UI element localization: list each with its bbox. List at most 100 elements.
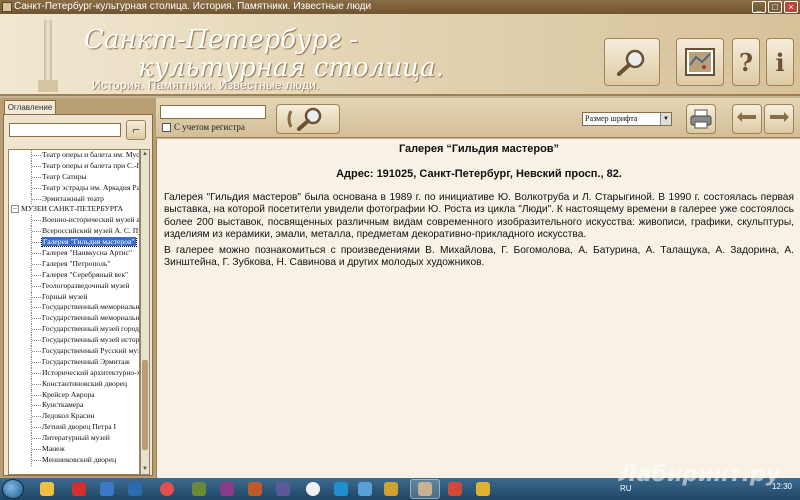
tree-item[interactable]: Эрмитажный театр bbox=[9, 193, 139, 205]
app-title-line1: Санкт-Петербург - bbox=[84, 25, 359, 55]
folder-icon[interactable] bbox=[384, 482, 398, 496]
tree-item[interactable]: Государственный музей истории bbox=[9, 335, 139, 347]
tree-group[interactable]: − МУЗЕИ САНКТ-ПЕТЕРБУРГА bbox=[9, 204, 139, 215]
word-icon[interactable] bbox=[100, 482, 114, 496]
app-icon-4[interactable] bbox=[220, 482, 234, 496]
tree-item[interactable]: Меншиковский дворец bbox=[9, 454, 139, 466]
tree-item[interactable]: Манеж bbox=[9, 444, 139, 455]
tree-connector bbox=[31, 324, 41, 336]
tree-item[interactable]: Галерея "Петрополь" bbox=[9, 258, 139, 270]
app-icon-2[interactable] bbox=[128, 482, 142, 496]
tree-item-label: Театр оперы и балета им. Мусоргского bbox=[42, 150, 139, 159]
window-title-bar: Санкт-Петербург-культурная столица. Исто… bbox=[0, 0, 800, 14]
tree-item-label: Государственный мемориальный музей bbox=[42, 313, 139, 323]
tree-item[interactable]: Военно-исторический музей артиллерии bbox=[9, 215, 139, 227]
forward-button[interactable] bbox=[764, 104, 794, 134]
tree-item[interactable]: Галерея "Гильдия мастеров" bbox=[9, 237, 139, 249]
tree-item-label: Военно-исторический музей артиллерии bbox=[42, 215, 139, 225]
text-search-input[interactable] bbox=[160, 105, 266, 119]
tree-item-label: Эрмитажный театр bbox=[42, 193, 104, 203]
tree-item[interactable]: Государственный Русский музей bbox=[9, 346, 139, 357]
tree-connector bbox=[31, 367, 41, 379]
tree-item[interactable]: Театр Сатиры bbox=[9, 171, 139, 183]
search-header-button[interactable] bbox=[604, 38, 660, 86]
media-icon[interactable] bbox=[476, 482, 490, 496]
tree-item[interactable]: Геологоразведочный музей bbox=[9, 280, 139, 292]
tree-connector bbox=[31, 356, 41, 368]
tree-connector bbox=[31, 346, 41, 357]
tree-item[interactable]: Государственный музей городской скульпту… bbox=[9, 324, 139, 336]
app-icon-8[interactable] bbox=[448, 482, 462, 496]
contents-search-input[interactable] bbox=[9, 123, 121, 137]
explorer-icon[interactable] bbox=[40, 482, 54, 496]
article-title: Галерея “Гильдия мастеров” bbox=[398, 143, 560, 155]
browser-icon[interactable] bbox=[160, 482, 174, 496]
start-button[interactable] bbox=[2, 479, 24, 499]
tree-connector bbox=[31, 411, 41, 423]
tree-connector bbox=[31, 226, 41, 238]
scroll-thumb[interactable] bbox=[142, 360, 148, 450]
tree-connector bbox=[31, 182, 41, 194]
app-icon-6[interactable] bbox=[276, 482, 290, 496]
print-button[interactable] bbox=[686, 104, 716, 134]
tree-item-label: Литературный музей bbox=[42, 433, 110, 443]
contents-search-button[interactable]: ⌐ bbox=[126, 120, 146, 140]
minimize-icon[interactable]: _ bbox=[752, 1, 766, 13]
window-title: Санкт-Петербург-культурная столица. Исто… bbox=[14, 1, 372, 12]
bookmark-icon: ⌐ bbox=[132, 122, 140, 137]
tree-item-label: Всероссийский музей А. С. Пушкина bbox=[42, 226, 139, 236]
tree-item[interactable]: Всероссийский музей А. С. Пушкина bbox=[9, 226, 139, 238]
tree-item-label: Галерея "Петрополь" bbox=[42, 258, 111, 268]
app-header: Санкт-Петербург - культурная столица. Ис… bbox=[0, 14, 800, 96]
tree-item-label: Государственный музей городской скульпту… bbox=[42, 324, 139, 334]
tree-item[interactable]: Театр эстрады им. Аркадия Райкина bbox=[9, 182, 139, 194]
tree-item[interactable]: Ледокол Красин bbox=[9, 411, 139, 423]
tree-connector bbox=[31, 400, 41, 412]
skype-icon[interactable] bbox=[334, 482, 348, 496]
back-button[interactable] bbox=[732, 104, 762, 134]
tree-item-label: Крейсер Аврора bbox=[42, 389, 95, 399]
yandex-icon[interactable] bbox=[306, 482, 320, 496]
collapse-icon[interactable]: − bbox=[11, 205, 19, 214]
tree-item[interactable]: Галерея "Наивкусна Артис" bbox=[9, 248, 139, 259]
app-icon-5[interactable] bbox=[248, 482, 262, 496]
tree-connector bbox=[31, 313, 41, 325]
tree-item[interactable]: Кунсткамера bbox=[9, 400, 139, 412]
tree-item[interactable]: Летний дворец Петра I bbox=[9, 422, 139, 434]
tree-scrollbar[interactable]: ▲ ▼ bbox=[140, 149, 150, 475]
find-button[interactable] bbox=[276, 104, 340, 134]
maximize-icon[interactable]: □ bbox=[768, 1, 782, 13]
match-case-checkbox[interactable] bbox=[162, 123, 171, 132]
contents-tree[interactable]: Театр оперы и балета им. МусоргскогоТеат… bbox=[8, 149, 140, 475]
tree-item[interactable]: Литературный музей bbox=[9, 433, 139, 445]
scroll-down-icon[interactable]: ▼ bbox=[141, 465, 149, 474]
tree-item[interactable]: Государственный мемориальный музей bbox=[9, 302, 139, 314]
tree-connector bbox=[31, 248, 41, 259]
app-icon-3[interactable] bbox=[192, 482, 206, 496]
tree-item[interactable]: Галерея "Серебряный век" bbox=[9, 269, 139, 281]
tree-item-label: Галерея "Наивкусна Артис" bbox=[42, 248, 133, 258]
help-button[interactable]: ? bbox=[732, 38, 760, 86]
tree-item[interactable]: Театр оперы и балета им. Мусоргского bbox=[9, 150, 139, 161]
font-size-select[interactable]: Размер шрифта ▼ bbox=[582, 112, 672, 126]
app-icon-7[interactable] bbox=[358, 482, 372, 496]
tree-item[interactable]: Государственный мемориальный музей bbox=[9, 313, 139, 325]
tree-item-label: Меншиковский дворец bbox=[42, 454, 117, 464]
opera-icon[interactable] bbox=[72, 482, 86, 496]
font-size-value: Размер шрифта bbox=[585, 114, 638, 123]
close-icon[interactable]: × bbox=[784, 1, 798, 13]
info-button[interactable]: i bbox=[766, 38, 794, 86]
tree-item[interactable]: Крейсер Аврора bbox=[9, 389, 139, 401]
scroll-up-icon[interactable]: ▲ bbox=[141, 150, 149, 159]
chevron-down-icon[interactable]: ▼ bbox=[660, 113, 671, 125]
tree-connector bbox=[31, 433, 41, 445]
tree-item[interactable]: Театр оперы и балета при С.-Петербургско… bbox=[9, 160, 139, 172]
tree-item[interactable]: Константиновский дворец bbox=[9, 378, 139, 390]
tree-item[interactable]: Государственный Эрмитаж bbox=[9, 356, 139, 368]
tab-contents[interactable]: Оглавление bbox=[4, 100, 56, 114]
tree-connector bbox=[31, 302, 41, 314]
tree-item[interactable]: Исторический архитектурно-художественный… bbox=[9, 367, 139, 379]
tree-item-label: Геологоразведочный музей bbox=[42, 280, 130, 290]
map-button[interactable] bbox=[676, 38, 724, 86]
tree-item[interactable]: Горный музей bbox=[9, 291, 139, 303]
